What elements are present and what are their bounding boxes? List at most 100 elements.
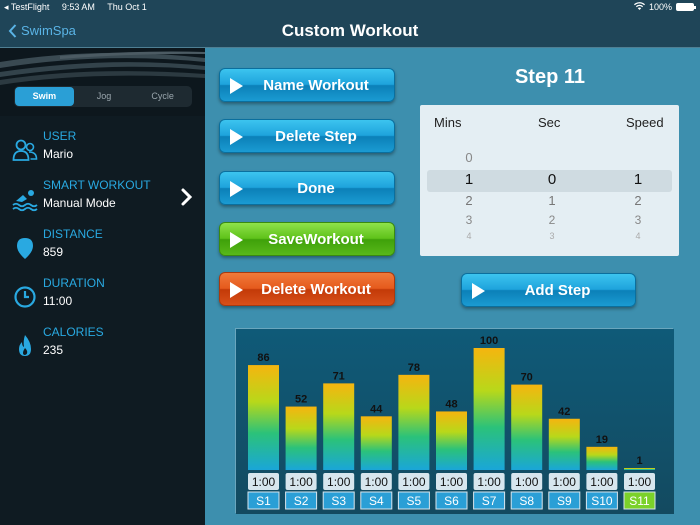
delete-workout-label: Delete Workout bbox=[261, 280, 371, 298]
chart-value-label: 1 bbox=[636, 455, 642, 467]
chart-bar[interactable] bbox=[323, 383, 355, 470]
picker-sec-option[interactable]: 0 bbox=[532, 171, 572, 188]
play-icon bbox=[230, 282, 243, 298]
testflight-back-link[interactable]: ◂ TestFlight bbox=[4, 2, 49, 12]
done-label: Done bbox=[297, 179, 335, 197]
delete-workout-button[interactable]: Delete Workout bbox=[219, 272, 395, 306]
picker-sec-option[interactable]: 2 bbox=[532, 213, 572, 227]
sidebar-item-distance: DISTANCE 859 bbox=[0, 226, 205, 275]
picker-speed-option[interactable]: 1 bbox=[618, 171, 658, 188]
page-title: Custom Workout bbox=[281, 21, 419, 40]
sidebar: Swim Jog Cycle USER Mario SMART WORKOUT … bbox=[0, 48, 205, 525]
step-tab-label: S11 bbox=[629, 494, 650, 508]
picker-mins-option[interactable]: 2 bbox=[449, 193, 489, 208]
clock-icon bbox=[14, 286, 36, 308]
delete-step-label: Delete Step bbox=[275, 127, 357, 145]
step-picker[interactable]: Mins Sec Speed 0 1 2 3 4 0 1 2 3 1 2 3 4 bbox=[420, 105, 679, 256]
chart-duration-label: 1:00 bbox=[515, 475, 539, 489]
chart-bar[interactable] bbox=[473, 348, 505, 470]
done-button[interactable]: Done bbox=[219, 171, 395, 205]
sidebar-label-duration: DURATION bbox=[43, 276, 105, 290]
nav-bar: SwimSpa Custom Workout bbox=[0, 14, 700, 47]
step-tab-label: S6 bbox=[444, 494, 459, 508]
step-tab-label: S1 bbox=[256, 494, 271, 508]
sidebar-item-smart-workout[interactable]: SMART WORKOUT Manual Mode bbox=[0, 177, 205, 226]
chevron-right-icon[interactable] bbox=[180, 187, 194, 207]
tab-jog[interactable]: Jog bbox=[75, 86, 134, 107]
chart-duration-label: 1:00 bbox=[365, 475, 389, 489]
picker-mins-option[interactable]: 0 bbox=[449, 150, 489, 165]
name-workout-button[interactable]: Name Workout bbox=[219, 68, 395, 102]
chart-bar[interactable] bbox=[436, 411, 467, 470]
picker-speed-option[interactable]: 4 bbox=[618, 231, 658, 241]
picker-speed-option[interactable]: 3 bbox=[618, 213, 658, 227]
picker-header-mins: Mins bbox=[434, 115, 462, 130]
chart-duration-label: 1:00 bbox=[289, 475, 313, 489]
chart-svg: 86 1:00 S1 52 1:00 S2 71 1:00 S3 44 1:00 S4 78 1:00 S5… bbox=[236, 329, 674, 514]
chart-value-label: 48 bbox=[445, 398, 457, 410]
chart-value-label: 78 bbox=[408, 362, 420, 374]
chart-bar[interactable] bbox=[398, 374, 430, 470]
chart-value-label: 70 bbox=[521, 372, 533, 384]
picker-speed-option[interactable]: 2 bbox=[618, 193, 658, 208]
sidebar-label-distance: DISTANCE bbox=[43, 227, 103, 241]
picker-header-sec: Sec bbox=[538, 115, 561, 130]
add-step-button[interactable]: Add Step bbox=[461, 273, 636, 307]
picker-mins-option[interactable]: 4 bbox=[449, 231, 489, 241]
chart-bar[interactable] bbox=[360, 416, 392, 470]
chart-bar[interactable] bbox=[248, 365, 279, 470]
tab-cycle[interactable]: Cycle bbox=[133, 86, 192, 107]
play-icon bbox=[230, 78, 243, 94]
chart-value-label: 100 bbox=[480, 335, 498, 347]
sidebar-label-user: USER bbox=[43, 129, 77, 143]
chart-bar[interactable] bbox=[285, 406, 317, 470]
battery-percent: 100% bbox=[648, 2, 672, 12]
play-icon bbox=[230, 181, 243, 197]
sidebar-value-user: Mario bbox=[43, 147, 74, 161]
chart-duration-label: 1:00 bbox=[590, 475, 614, 489]
swimmer-icon bbox=[12, 190, 38, 212]
save-workout-button[interactable]: SaveWorkout bbox=[219, 222, 395, 256]
step-tab-label: S10 bbox=[591, 494, 613, 508]
sidebar-item-calories: CALORIES 235 bbox=[0, 324, 205, 373]
flame-icon bbox=[19, 335, 31, 356]
sidebar-value-distance: 859 bbox=[43, 245, 64, 259]
chart-bar[interactable] bbox=[511, 384, 543, 470]
wifi-icon bbox=[633, 2, 645, 12]
tab-swim[interactable]: Swim bbox=[15, 87, 74, 106]
sidebar-item-duration: DURATION 11:00 bbox=[0, 275, 205, 324]
sidebar-item-user[interactable]: USER Mario bbox=[0, 128, 205, 177]
delete-step-button[interactable]: Delete Step bbox=[219, 119, 395, 153]
picker-mins-option[interactable]: 3 bbox=[449, 213, 489, 227]
chart-value-label: 42 bbox=[558, 406, 570, 418]
play-icon bbox=[230, 232, 243, 248]
sidebar-header: Swim Jog Cycle bbox=[0, 48, 205, 116]
chart-bar[interactable] bbox=[548, 418, 580, 470]
battery-icon bbox=[676, 3, 696, 11]
chart-duration-label: 1:00 bbox=[553, 475, 577, 489]
chart-duration-label: 1:00 bbox=[402, 475, 426, 489]
picker-sec-option[interactable]: 3 bbox=[532, 231, 572, 241]
picker-sec-option[interactable]: 1 bbox=[532, 193, 572, 208]
location-pin-icon bbox=[17, 238, 33, 259]
step-tab-label: S7 bbox=[482, 494, 497, 508]
workout-steps-chart: 86 1:00 S1 52 1:00 S2 71 1:00 S3 44 1:00 S4 78 1:00 S5… bbox=[235, 328, 674, 514]
step-tab-label: S9 bbox=[557, 494, 572, 508]
chart-bar[interactable] bbox=[586, 446, 618, 470]
sidebar-label-calories: CALORIES bbox=[43, 325, 104, 339]
chart-value-label: 52 bbox=[295, 394, 307, 406]
chart-value-label: 19 bbox=[596, 434, 608, 446]
sidebar-label-smart-workout: SMART WORKOUT bbox=[43, 178, 151, 192]
picker-mins-option[interactable]: 1 bbox=[449, 171, 489, 188]
step-tab-label: S3 bbox=[331, 494, 346, 508]
step-tab-label: S8 bbox=[519, 494, 534, 508]
picker-header-speed: Speed bbox=[626, 115, 664, 130]
chart-bar[interactable] bbox=[624, 468, 655, 470]
chart-duration-label: 1:00 bbox=[440, 475, 464, 489]
status-date: Thu Oct 1 bbox=[107, 2, 147, 12]
chart-duration-label: 1:00 bbox=[628, 475, 652, 489]
name-workout-label: Name Workout bbox=[263, 76, 369, 94]
status-bar: ◂ TestFlight 9:53 AM Thu Oct 1 100% bbox=[0, 0, 700, 14]
mode-segmented-control: Swim Jog Cycle bbox=[14, 86, 192, 107]
chart-value-label: 71 bbox=[333, 370, 345, 382]
